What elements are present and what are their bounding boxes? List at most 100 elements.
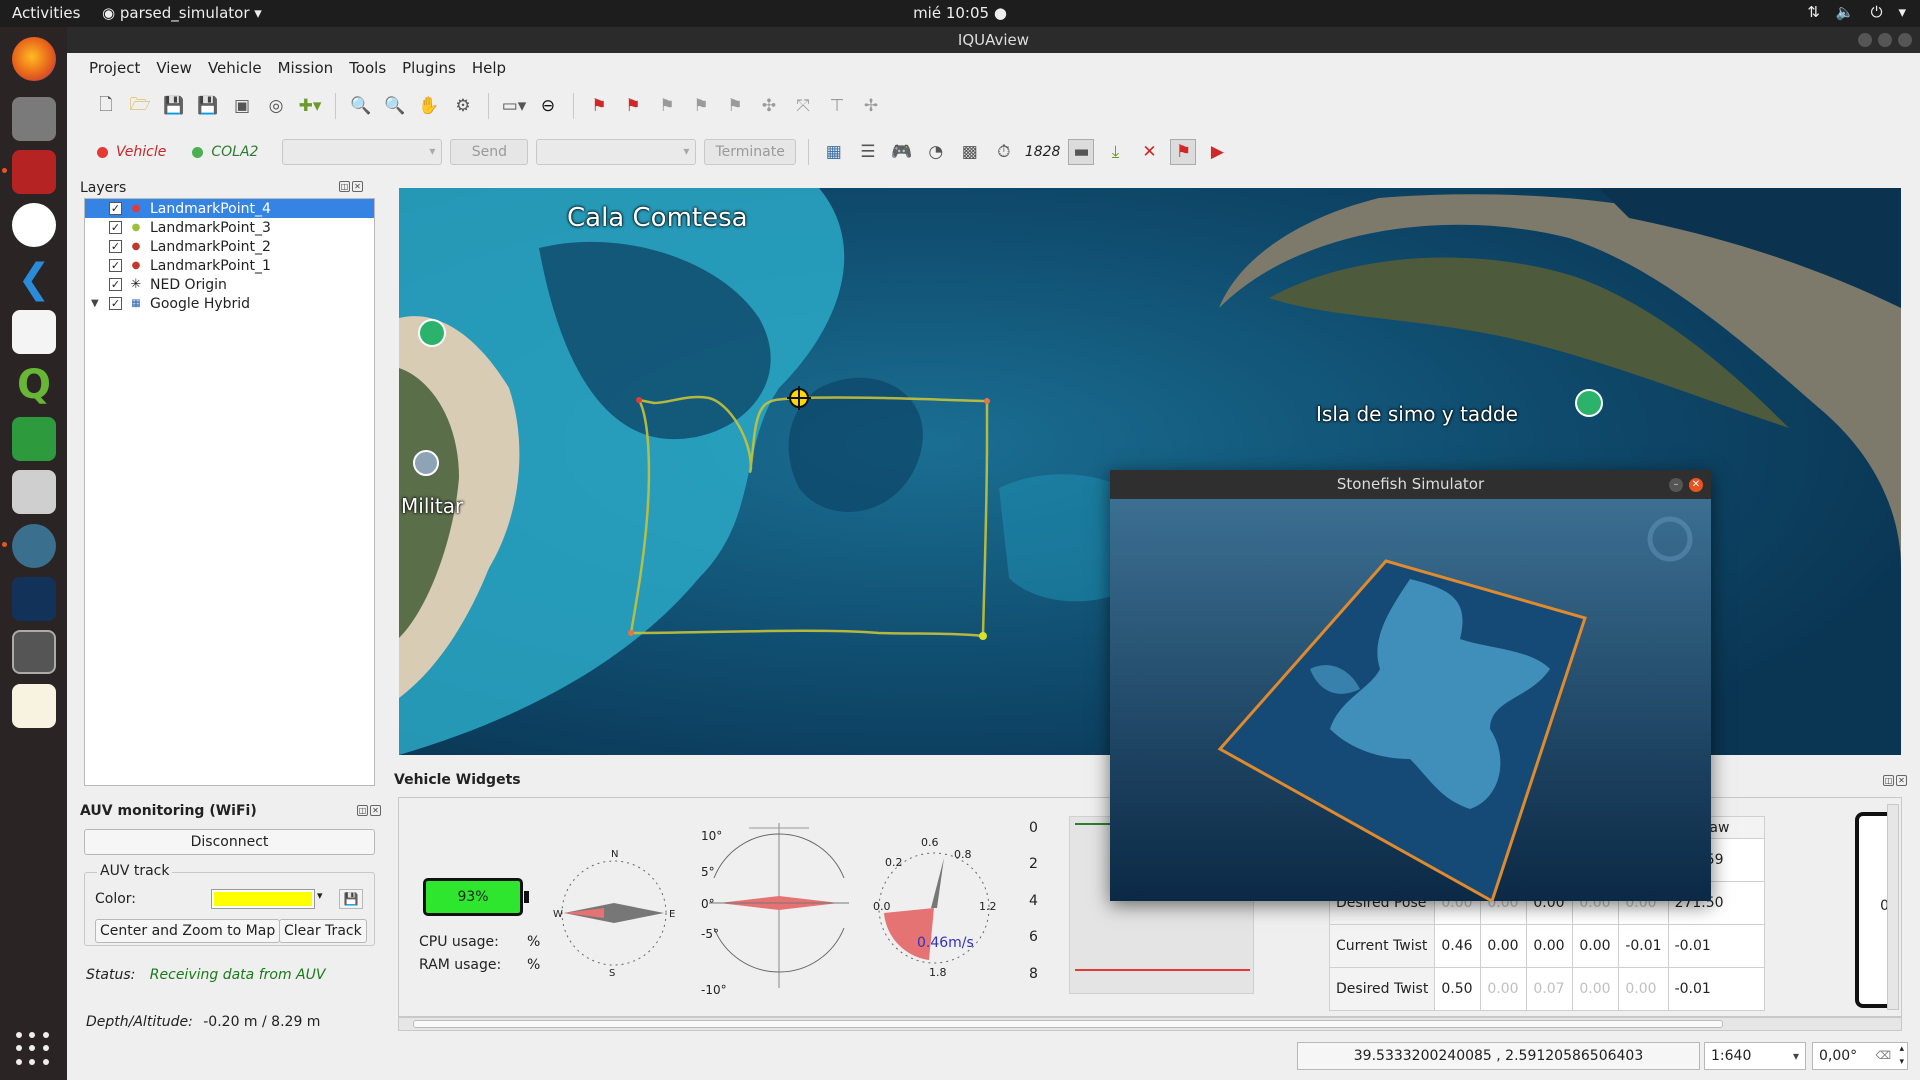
send-button[interactable]: Send <box>450 139 529 165</box>
iquaview-icon[interactable] <box>12 577 56 621</box>
close-icon[interactable]: ✕ <box>1689 478 1703 492</box>
terminal-window-icon[interactable] <box>2 150 56 194</box>
execute-mission-icon[interactable]: ▶ <box>1204 139 1230 165</box>
clock[interactable]: mié 10:05 ● <box>0 4 1920 22</box>
layers-tree[interactable]: ✓ ● LandmarkPoint_4 ✓ ● LandmarkPoint_3 … <box>84 198 375 786</box>
mission-waypoint-icon[interactable]: ⚑ <box>722 93 748 119</box>
chevron-down-icon[interactable]: ▾ <box>1898 3 1906 21</box>
menu-plugins[interactable]: Plugins <box>394 59 464 77</box>
menu-vehicle[interactable]: Vehicle <box>200 59 270 77</box>
list-view-icon[interactable]: ☰ <box>855 139 881 165</box>
template-mission-icon[interactable]: ⚑ <box>688 93 714 119</box>
mission-action-icon[interactable]: ⊤ <box>824 93 850 119</box>
layer-google-hybrid[interactable]: ▼ ✓ ▦ Google Hybrid <box>85 294 374 313</box>
float-icon[interactable]: ◫ <box>357 805 368 816</box>
system-tray[interactable]: ⇅ 🔈 ⏻ ▾ <box>1807 3 1906 21</box>
menu-project[interactable]: Project <box>81 59 148 77</box>
layer-landmark-point-4[interactable]: ✓ ● LandmarkPoint_4 <box>85 199 374 218</box>
zoom-out-icon[interactable]: 🔍 <box>382 93 408 119</box>
layer-landmark-point-2[interactable]: ✓ ● LandmarkPoint_2 <box>85 237 374 256</box>
clear-track-button[interactable]: Clear Track <box>279 919 367 943</box>
zoom-in-icon[interactable]: 🔍 <box>348 93 374 119</box>
save-project-icon[interactable]: 💾 <box>161 93 187 119</box>
show-apps-icon[interactable] <box>16 1032 50 1066</box>
layer-checkbox[interactable]: ✓ <box>109 278 122 291</box>
chevron-down-icon[interactable]: ▾ <box>317 889 323 902</box>
save-as-icon[interactable]: 💾 <box>195 93 221 119</box>
gamepad-icon[interactable]: 🎮 <box>889 139 915 165</box>
vertical-scrollbar[interactable] <box>1887 804 1899 1010</box>
layer-checkbox[interactable]: ✓ <box>109 221 122 234</box>
mission-select[interactable] <box>536 139 697 165</box>
float-icon[interactable]: ◫ <box>339 181 350 192</box>
spreadsheet-icon[interactable] <box>12 417 56 461</box>
stonefish-window[interactable]: Stonefish Simulator – ✕ <box>1110 470 1711 904</box>
minimize-icon[interactable] <box>1858 33 1872 47</box>
scrollbar-thumb[interactable] <box>413 1020 1723 1028</box>
load-mission-icon[interactable]: ⚑ <box>620 93 646 119</box>
layer-landmark-point-3[interactable]: ✓ ● LandmarkPoint_3 <box>85 218 374 237</box>
menu-help[interactable]: Help <box>464 59 514 77</box>
new-project-icon[interactable]: 🗋 <box>93 93 119 119</box>
minimize-icon[interactable]: – <box>1669 478 1683 492</box>
mission-route-icon[interactable]: ⤧ <box>790 93 816 119</box>
layer-checkbox[interactable]: ✓ <box>109 202 122 215</box>
monitor-plot-icon[interactable]: ▩ <box>957 139 983 165</box>
vscode-icon[interactable]: ❮ <box>12 257 56 301</box>
command-select[interactable] <box>282 139 443 165</box>
save-icon[interactable]: 💾 <box>339 889 363 909</box>
add-point-icon[interactable]: ✚▾ <box>297 93 323 119</box>
stop-mission-icon[interactable]: ⚑ <box>1170 139 1197 165</box>
rotation-input[interactable]: 0,00° ⌫ ▴ ▾ <box>1812 1042 1908 1070</box>
go-to-icon[interactable]: ⤓ <box>1102 139 1128 165</box>
style-manager-icon[interactable]: ◎ <box>263 93 289 119</box>
menu-mission[interactable]: Mission <box>270 59 342 77</box>
disconnect-button[interactable]: Disconnect <box>84 829 375 855</box>
gauge-icon[interactable]: ◔ <box>923 139 949 165</box>
network-icon[interactable]: ⇅ <box>1807 3 1820 21</box>
close-icon[interactable]: ✕ <box>1896 775 1907 786</box>
layer-ned-origin[interactable]: ✓ ✳ NED Origin <box>85 275 374 294</box>
timer-icon[interactable]: ⏱ <box>991 139 1017 165</box>
maximize-icon[interactable] <box>1878 33 1892 47</box>
print-layout-icon[interactable]: ▣ <box>229 93 255 119</box>
mission-area-icon[interactable]: ✣ <box>756 93 782 119</box>
menu-view[interactable]: View <box>148 59 200 77</box>
abort-icon[interactable]: ✕ <box>1136 139 1162 165</box>
close-icon[interactable] <box>1898 33 1912 47</box>
slack-icon[interactable] <box>12 203 56 247</box>
layer-checkbox[interactable]: ✓ <box>109 297 122 310</box>
edit-mission-icon[interactable]: ⚑ <box>654 93 680 119</box>
text-editor-icon[interactable] <box>12 684 56 728</box>
center-zoom-button[interactable]: Center and Zoom to Map <box>95 919 281 943</box>
window-titlebar[interactable]: IQUAview <box>67 27 1920 53</box>
track-color-swatch[interactable] <box>211 889 315 909</box>
mission-move-icon[interactable]: ✢ <box>858 93 884 119</box>
file-manager-icon[interactable] <box>12 97 56 141</box>
clear-icon[interactable]: ⌫ <box>1875 1043 1891 1069</box>
qgis-icon[interactable]: Q <box>12 363 56 407</box>
new-mission-icon[interactable]: ⚑ <box>586 93 612 119</box>
no-entry-icon[interactable]: ⊖ <box>535 93 561 119</box>
layer-checkbox[interactable]: ✓ <box>109 259 122 272</box>
spinner-icon[interactable]: ▴ ▾ <box>1899 1043 1904 1069</box>
measure-icon[interactable]: ▭▾ <box>501 93 527 119</box>
float-icon[interactable]: ◫ <box>1883 775 1894 786</box>
close-icon[interactable]: ✕ <box>352 181 363 192</box>
layer-landmark-point-1[interactable]: ✓ ● LandmarkPoint_1 <box>85 256 374 275</box>
menu-tools[interactable]: Tools <box>341 59 394 77</box>
pan-hand-icon[interactable]: ✋ <box>416 93 442 119</box>
document-viewer-icon[interactable] <box>12 310 56 354</box>
image-viewer-icon[interactable] <box>12 470 56 514</box>
stonefish-icon[interactable] <box>2 524 56 568</box>
horizontal-scrollbar[interactable] <box>398 1017 1902 1031</box>
open-project-icon[interactable]: 🗁 <box>127 93 153 119</box>
scale-select[interactable]: 1:640 <box>1704 1042 1806 1070</box>
layer-checkbox[interactable]: ✓ <box>109 240 122 253</box>
power-icon[interactable]: ⏻ <box>1871 3 1883 21</box>
workspace-icon[interactable] <box>12 630 56 674</box>
terminate-button[interactable]: Terminate <box>704 139 796 165</box>
keep-position-icon[interactable]: ▬ <box>1068 139 1095 165</box>
expand-triangle-icon[interactable]: ▼ <box>91 298 99 309</box>
settings-gear-icon[interactable]: ⚙ <box>450 93 476 119</box>
